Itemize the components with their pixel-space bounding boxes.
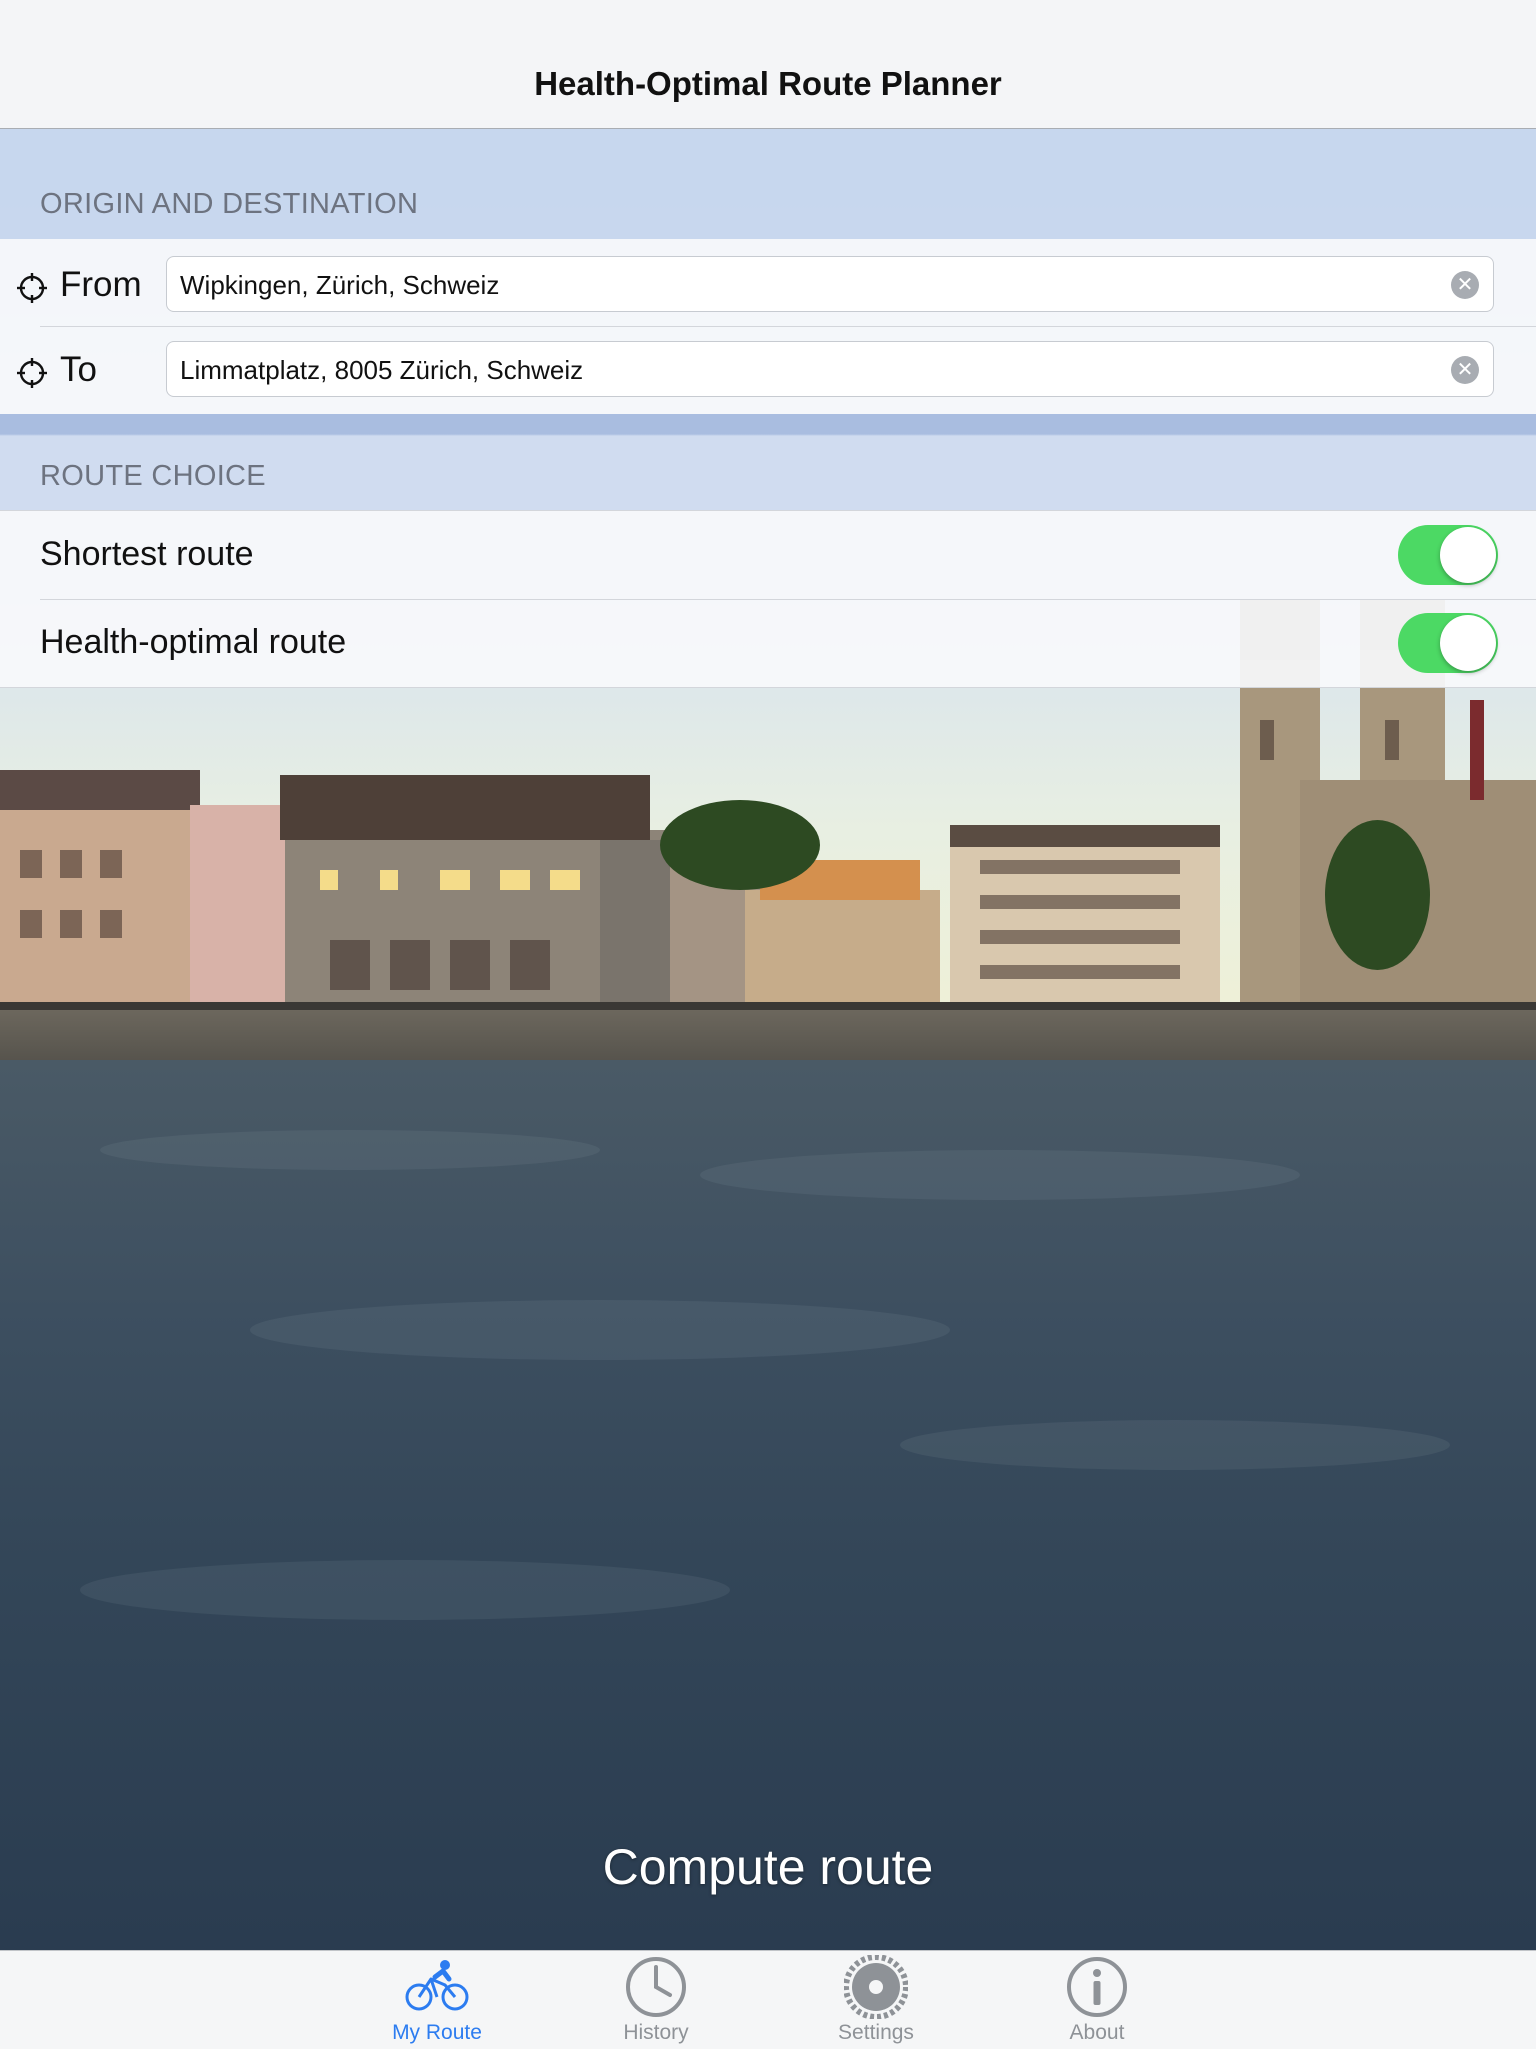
from-value[interactable]: Wipkingen, Zürich, Schweiz <box>180 270 499 301</box>
from-label: From <box>60 265 142 304</box>
page-title: Health-Optimal Route Planner <box>534 65 1002 102</box>
health-optimal-route-toggle[interactable] <box>1398 613 1498 673</box>
tab-label: My Route <box>392 2021 482 2044</box>
clear-icon[interactable]: ✕ <box>1451 271 1479 299</box>
clear-icon[interactable]: ✕ <box>1451 356 1479 384</box>
row-separator <box>40 326 1536 327</box>
health-optimal-route-label: Health-optimal route <box>40 623 347 661</box>
tab-label: About <box>1069 2021 1125 2044</box>
toggle-knob <box>1440 527 1496 583</box>
to-field[interactable]: Limmatplatz, 8005 Zürich, Schweiz ✕ <box>166 341 1494 397</box>
section-header-band <box>0 129 1536 239</box>
tab-bar: My Route History Settings About <box>0 1950 1536 2049</box>
tab-settings[interactable]: Settings <box>801 1951 951 2049</box>
section-header-origin-destination: ORIGIN AND DESTINATION <box>40 188 419 220</box>
origin-destination-group: From Wipkingen, Zürich, Schweiz ✕ To Lim… <box>0 239 1536 414</box>
compute-route-button[interactable]: Compute route <box>0 1838 1536 1896</box>
to-label: To <box>60 350 97 389</box>
from-field[interactable]: Wipkingen, Zürich, Schweiz ✕ <box>166 256 1494 312</box>
tab-history[interactable]: History <box>581 1951 731 2049</box>
shortest-route-toggle[interactable] <box>1398 525 1498 585</box>
bicycle-icon <box>405 1960 469 2011</box>
toggle-knob <box>1440 615 1496 671</box>
locate-icon[interactable] <box>16 357 48 389</box>
tab-about[interactable]: About <box>1022 1951 1172 2049</box>
section-header-route-choice: ROUTE CHOICE <box>40 460 266 492</box>
navigation-bar: Health-Optimal Route Planner <box>0 0 1536 129</box>
locate-icon[interactable] <box>16 272 48 304</box>
tab-label: History <box>623 2021 689 2044</box>
tab-label: Settings <box>838 2021 914 2044</box>
tab-my-route[interactable]: My Route <box>362 1951 512 2049</box>
row-separator <box>40 599 1536 600</box>
clock-icon <box>626 1957 686 2017</box>
gear-icon <box>844 1955 908 2019</box>
to-value[interactable]: Limmatplatz, 8005 Zürich, Schweiz <box>180 355 583 386</box>
route-choice-group: Shortest route Health-optimal route <box>0 510 1536 688</box>
shortest-route-label: Shortest route <box>40 535 254 573</box>
info-icon <box>1067 1957 1127 2017</box>
